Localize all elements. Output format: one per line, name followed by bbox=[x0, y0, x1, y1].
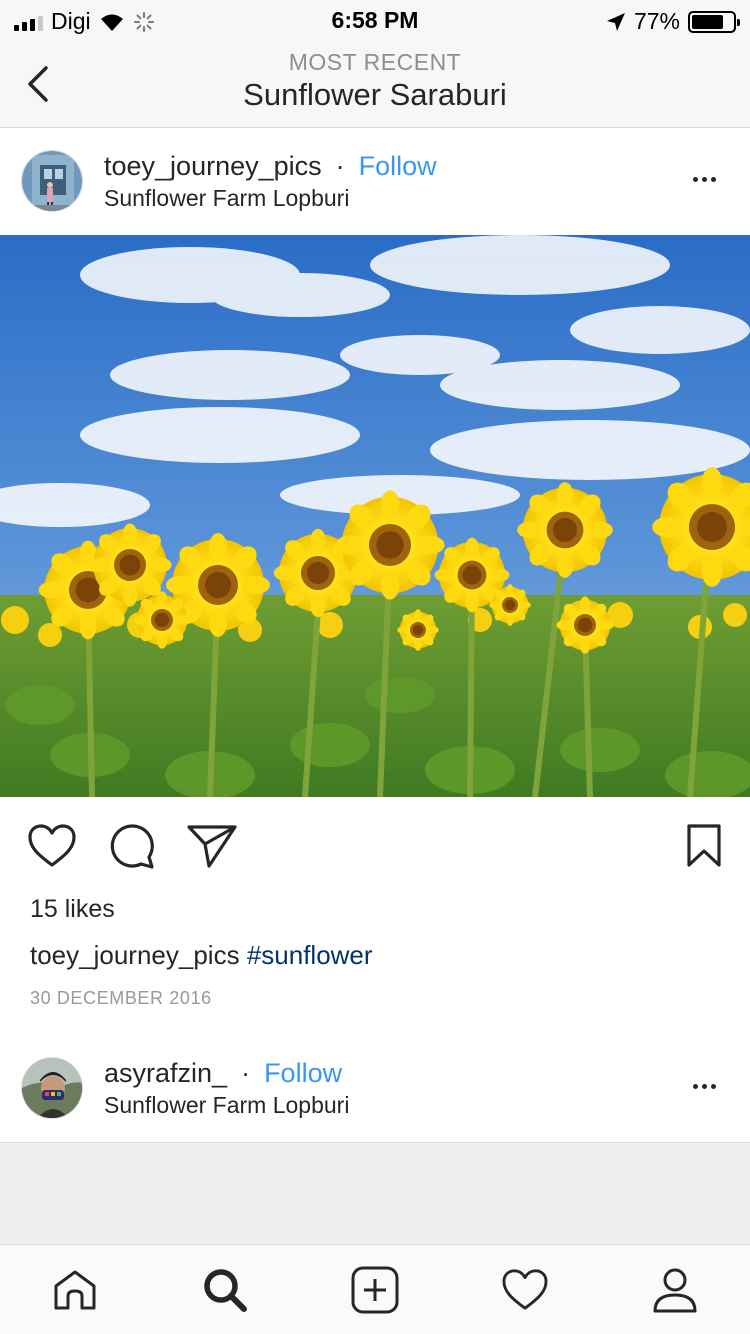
more-button[interactable] bbox=[689, 173, 720, 186]
more-icon-dot bbox=[693, 177, 698, 182]
like-button[interactable] bbox=[27, 823, 77, 874]
save-button[interactable] bbox=[684, 823, 724, 874]
tab-activity[interactable] bbox=[500, 1265, 550, 1315]
post-user-line: asyrafzin_ · Follow bbox=[104, 1058, 342, 1089]
nav-header: MOST RECENT Sunflower Saraburi bbox=[0, 40, 750, 128]
follow-button[interactable]: Follow bbox=[264, 1058, 342, 1089]
bookmark-icon bbox=[687, 824, 721, 867]
tab-profile[interactable] bbox=[650, 1265, 700, 1315]
location-arrow-icon bbox=[606, 12, 625, 31]
separator-dot: · bbox=[241, 1058, 251, 1088]
share-button[interactable] bbox=[186, 823, 238, 874]
profile-icon bbox=[653, 1268, 697, 1313]
post-location[interactable]: Sunflower Farm Lopburi bbox=[104, 185, 349, 212]
post-username[interactable]: toey_journey_pics bbox=[104, 151, 322, 182]
post-photo[interactable] bbox=[0, 235, 750, 797]
add-post-icon bbox=[351, 1266, 399, 1314]
caption-hashtag[interactable]: #sunflower bbox=[247, 940, 373, 970]
comment-button[interactable] bbox=[107, 823, 157, 874]
search-icon bbox=[204, 1269, 247, 1312]
battery-percent: 77% bbox=[633, 8, 680, 34]
more-icon-dot bbox=[702, 177, 707, 182]
caption-username[interactable]: toey_journey_pics bbox=[30, 940, 240, 970]
post-actions bbox=[0, 797, 750, 895]
tab-new-post[interactable] bbox=[350, 1265, 400, 1315]
avatar[interactable] bbox=[21, 150, 83, 212]
status-bar: Digi 6:58 PM 77% bbox=[0, 0, 750, 40]
tab-home[interactable] bbox=[50, 1265, 100, 1315]
activity-heart-icon bbox=[502, 1269, 548, 1310]
page-title: Sunflower Saraburi bbox=[243, 77, 507, 112]
post-header: toey_journey_pics · Follow Sunflower Far… bbox=[0, 129, 750, 235]
post-header: asyrafzin_ · Follow Sunflower Farm Lopbu… bbox=[0, 1036, 750, 1142]
separator-dot: · bbox=[335, 151, 345, 181]
avatar[interactable] bbox=[21, 1057, 83, 1119]
heart-icon bbox=[28, 824, 76, 867]
home-icon bbox=[54, 1270, 96, 1310]
image-placeholder bbox=[0, 1142, 750, 1244]
more-icon-dot bbox=[693, 1084, 698, 1089]
post-location[interactable]: Sunflower Farm Lopburi bbox=[104, 1092, 349, 1119]
nav-subtitle: MOST RECENT bbox=[288, 49, 462, 75]
comment-icon bbox=[110, 824, 154, 869]
post-date: 30 DECEMBER 2016 bbox=[30, 988, 212, 1008]
more-icon-dot bbox=[711, 1084, 716, 1089]
post-caption: toey_journey_pics #sunflower bbox=[30, 940, 373, 971]
status-right: 77% bbox=[606, 8, 740, 35]
more-icon-dot bbox=[711, 177, 716, 182]
share-icon bbox=[187, 825, 237, 868]
tab-search[interactable] bbox=[200, 1265, 250, 1315]
follow-button[interactable]: Follow bbox=[359, 151, 437, 182]
battery-icon bbox=[688, 10, 740, 33]
more-button[interactable] bbox=[689, 1080, 720, 1093]
tab-bar bbox=[0, 1244, 750, 1334]
likes-count[interactable]: 15 likes bbox=[30, 895, 115, 924]
post-username[interactable]: asyrafzin_ bbox=[104, 1058, 227, 1089]
more-icon-dot bbox=[702, 1084, 707, 1089]
battery-fill bbox=[692, 14, 723, 29]
post-user-line: toey_journey_pics · Follow bbox=[104, 151, 437, 182]
